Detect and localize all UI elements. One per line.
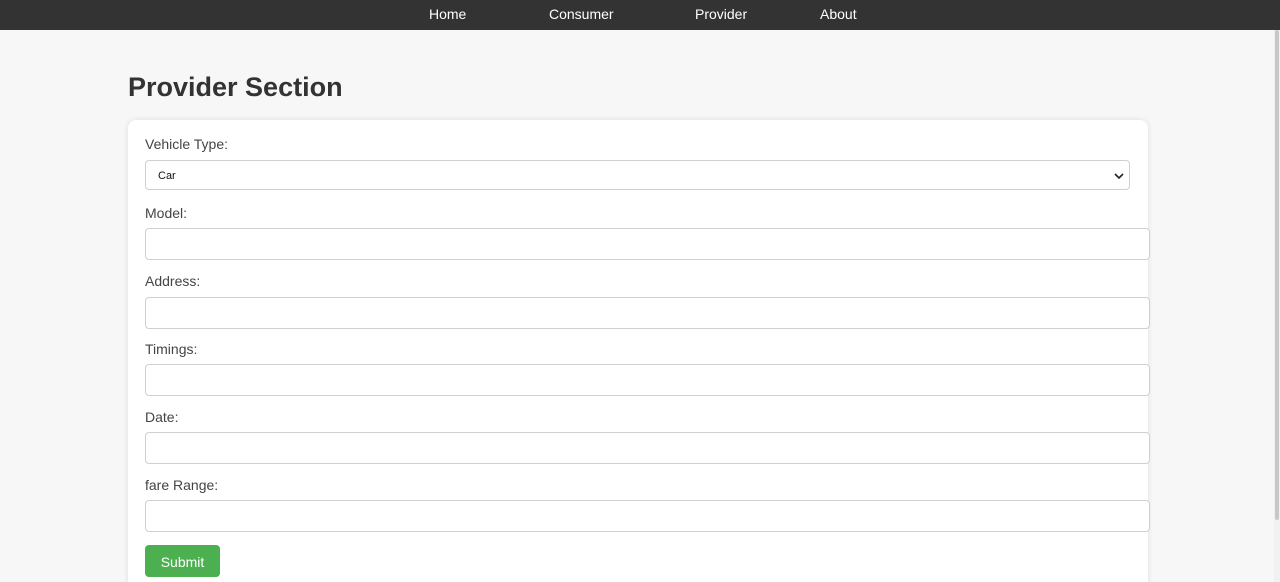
- vehicle-type-selected-value: Car: [158, 170, 176, 182]
- nav-link-home[interactable]: Home: [429, 0, 466, 30]
- fare-range-label: fare Range:: [145, 477, 219, 493]
- scrollbar-thumb[interactable]: [1275, 30, 1279, 520]
- model-input[interactable]: [145, 228, 1150, 260]
- fare-range-input[interactable]: [145, 500, 1150, 532]
- nav-link-about[interactable]: About: [820, 0, 857, 30]
- top-navbar: Home Consumer Provider About: [0, 0, 1280, 30]
- submit-button[interactable]: Submit: [145, 545, 220, 577]
- address-label: Address:: [145, 273, 201, 289]
- nav-link-provider[interactable]: Provider: [695, 0, 747, 30]
- page-title: Provider Section: [128, 72, 343, 102]
- nav-link-consumer[interactable]: Consumer: [549, 0, 614, 30]
- timings-input[interactable]: [145, 364, 1150, 396]
- page: Home Consumer Provider About Provider Se…: [0, 0, 1280, 582]
- timings-label: Timings:: [145, 341, 198, 357]
- date-input[interactable]: [145, 432, 1150, 464]
- chevron-down-icon: [1114, 173, 1124, 180]
- model-label: Model:: [145, 205, 188, 221]
- vehicle-type-select[interactable]: Car: [145, 160, 1130, 190]
- date-label: Date:: [145, 409, 179, 425]
- address-input[interactable]: [145, 297, 1150, 329]
- vehicle-type-label: Vehicle Type:: [145, 136, 229, 152]
